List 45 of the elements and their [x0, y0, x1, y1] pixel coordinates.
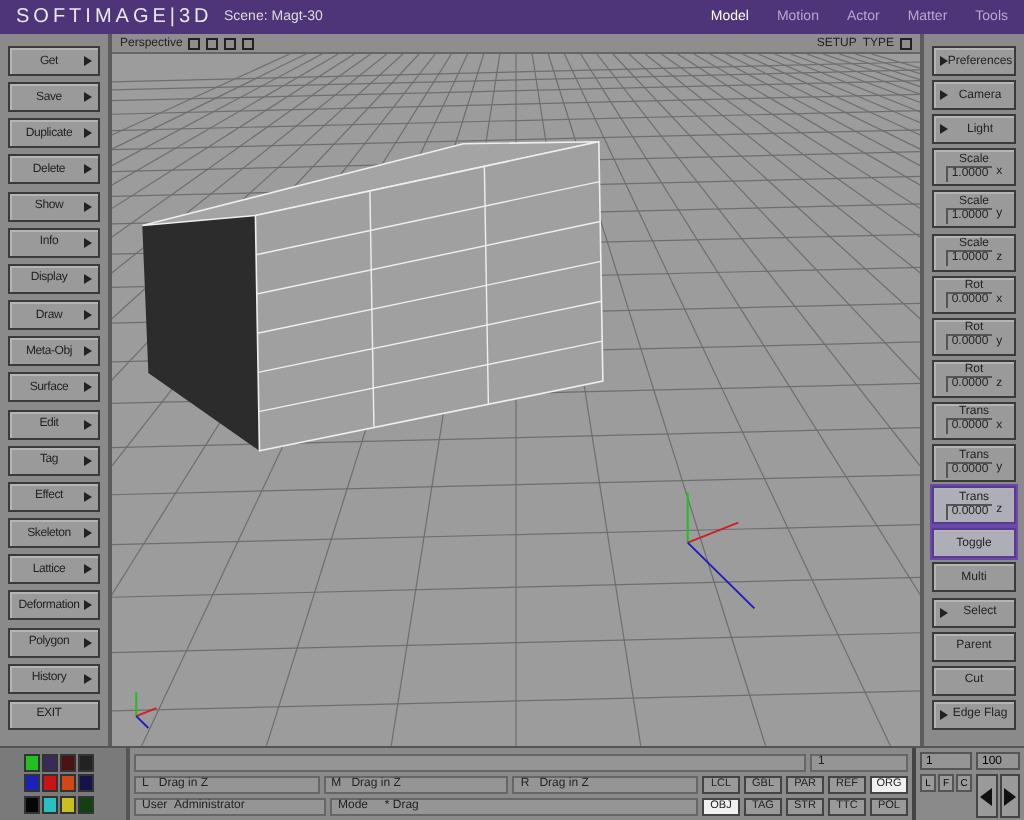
left-arrow-icon: [980, 787, 993, 805]
color-swatch[interactable]: [42, 754, 58, 772]
color-swatch[interactable]: [24, 774, 40, 793]
arrow-icon: [84, 600, 92, 611]
next-frame-button[interactable]: [999, 774, 1020, 818]
arrow-icon: [940, 90, 948, 101]
arrow-icon: [84, 637, 92, 647]
arrow-icon: [84, 346, 92, 357]
perspective-viewport[interactable]: [112, 54, 920, 746]
color-swatch[interactable]: [42, 795, 58, 814]
command-field[interactable]: [134, 753, 806, 771]
axis-gizmo-icon: [686, 492, 756, 610]
arrow-icon: [84, 455, 92, 466]
maximize-icon[interactable]: [900, 37, 912, 49]
arrow-icon: [84, 491, 92, 502]
color-swatch[interactable]: [78, 754, 94, 772]
color-swatch[interactable]: [60, 795, 76, 814]
arrow-icon: [84, 164, 92, 175]
axis-icon: [135, 692, 157, 729]
color-swatch[interactable]: [42, 774, 58, 793]
arrow-icon: [84, 419, 92, 430]
color-swatch[interactable]: [78, 795, 94, 814]
arrow-icon: [84, 273, 92, 284]
arrow-icon: [940, 709, 948, 720]
app-logo: SOFTIMAGE|3D: [16, 6, 215, 28]
color-swatch[interactable]: [60, 774, 76, 793]
arrow-icon: [84, 382, 92, 393]
arrow-icon: [940, 124, 948, 135]
arrow-icon: [84, 564, 92, 575]
arrow-icon: [84, 128, 92, 139]
arrow-icon: [84, 201, 92, 212]
color-swatch[interactable]: [78, 774, 94, 793]
arrow-icon: [940, 56, 948, 66]
arrow-icon: [84, 56, 92, 66]
color-swatch[interactable]: [24, 754, 40, 772]
previous-frame-button[interactable]: [976, 774, 997, 818]
arrow-icon: [84, 92, 92, 103]
arrow-icon: [84, 673, 92, 684]
color-swatch[interactable]: [24, 795, 40, 814]
right-arrow-icon: [1003, 787, 1016, 805]
arrow-icon: [84, 310, 92, 321]
arrow-icon: [940, 607, 948, 618]
arrow-icon: [84, 528, 92, 539]
color-swatch[interactable]: [60, 754, 76, 772]
arrow-icon: [84, 237, 92, 248]
